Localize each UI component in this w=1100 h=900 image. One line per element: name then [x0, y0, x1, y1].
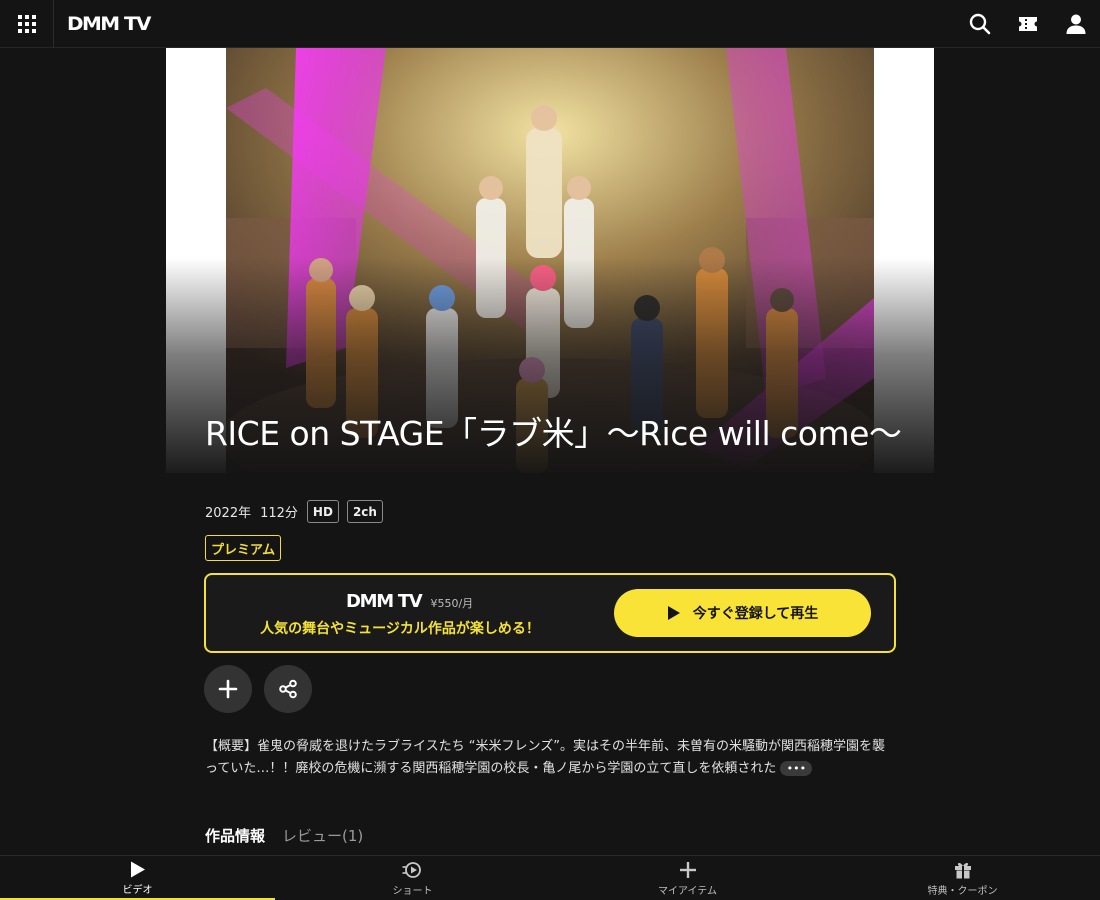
subscribe-play-button[interactable]: 今すぐ登録して再生	[614, 589, 871, 637]
add-to-list-icon	[218, 679, 238, 699]
work-title: RICE on STAGE「ラブ米」～Rice will come～	[205, 414, 902, 453]
apps-grid-icon	[17, 14, 36, 33]
account-icon	[1066, 14, 1086, 34]
nav-my-items-label: マイアイテム	[658, 886, 717, 897]
nav-benefits-coupons[interactable]: 特典・クーポン	[825, 856, 1100, 900]
premium-badge: プレミアム	[205, 535, 282, 561]
hero-image	[166, 48, 934, 473]
nav-benefits-label: 特典・クーポン	[927, 886, 998, 897]
nav-video[interactable]: ビデオ	[0, 856, 275, 900]
search-icon	[969, 13, 991, 35]
nav-video-label: ビデオ	[122, 885, 153, 896]
nav-short[interactable]: ショート	[275, 856, 550, 900]
synopsis-more-button[interactable]: •••	[780, 761, 813, 776]
top-header: DMM TV	[0, 0, 1100, 48]
audio-tag: 2ch	[346, 500, 383, 523]
tab-work-info[interactable]: 作品情報	[205, 825, 265, 846]
short-icon	[402, 862, 421, 878]
promo-logo: DMM TV	[346, 591, 423, 612]
promo-price: ¥550/月	[430, 597, 474, 610]
synopsis: 【概要】雀鬼の脅威を退けたラブライスたち “米米フレンズ”。実はその半年前、未曽…	[205, 736, 897, 780]
detail-tabs: 作品情報 レビュー(1)	[205, 825, 363, 846]
add-to-list-button[interactable]	[204, 665, 252, 713]
release-year: 2022年	[205, 506, 252, 521]
nav-short-label: ショート	[392, 886, 433, 897]
work-meta: 2022年 112分 HD 2ch	[205, 500, 391, 523]
tab-reviews[interactable]: レビュー(1)	[282, 825, 363, 846]
subscribe-play-label: 今すぐ登録して再生	[692, 606, 819, 622]
ticket-button[interactable]	[1004, 0, 1052, 48]
subscribe-banner: DMM TV ¥550/月 人気の舞台やミュージカル作品が楽しめる！ 今すぐ登録…	[204, 573, 896, 653]
ticket-icon	[1019, 17, 1037, 31]
gift-icon	[954, 862, 971, 879]
dmm-tv-logo[interactable]: DMM TV	[67, 13, 151, 35]
share-button[interactable]	[264, 665, 312, 713]
play-icon	[667, 605, 681, 621]
apps-menu-button[interactable]	[0, 0, 54, 48]
share-icon	[279, 679, 297, 699]
duration: 112分	[260, 506, 298, 521]
video-play-icon	[130, 861, 145, 878]
hd-tag: HD	[306, 500, 339, 523]
bottom-nav: ビデオ ショート マイアイテム 特典・クーポン	[0, 855, 1100, 900]
plus-icon	[679, 862, 696, 878]
account-button[interactable]	[1052, 0, 1100, 48]
nav-my-items[interactable]: マイアイテム	[550, 856, 825, 900]
promo-catchcopy: 人気の舞台やミュージカル作品が楽しめる！	[260, 621, 540, 637]
search-button[interactable]	[956, 0, 1004, 48]
